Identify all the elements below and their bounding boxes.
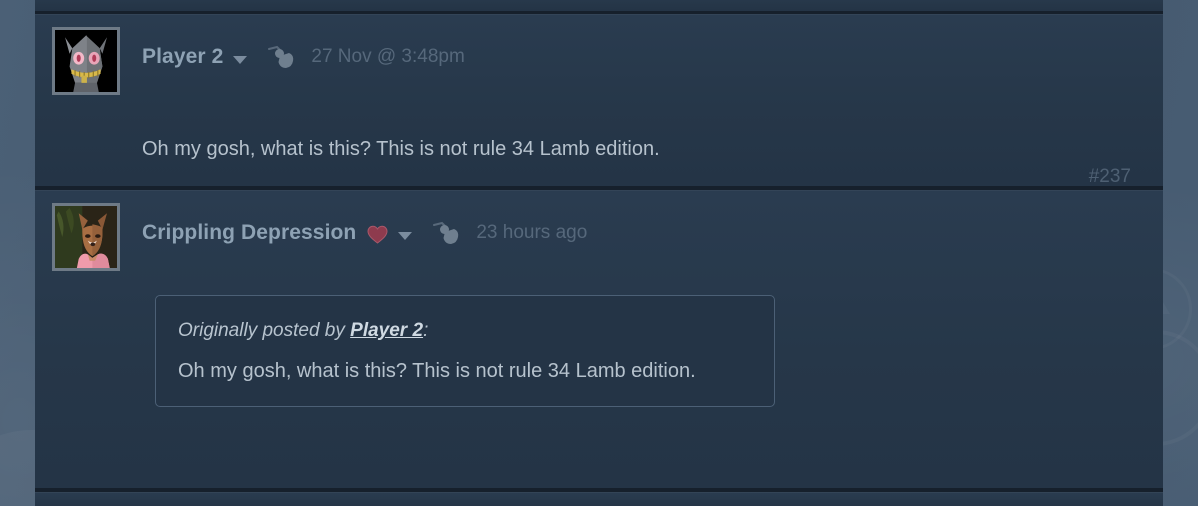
steam-award-icon[interactable] — [432, 221, 462, 247]
quote-text: Oh my gosh, what is this? This is not ru… — [178, 360, 696, 382]
forum-thread-page: Player 2 27 Nov @ 3:48pm Oh my gosh, wha… — [0, 0, 1198, 506]
steam-award-icon[interactable] — [267, 45, 297, 71]
quote-attribution-suffix: : — [423, 320, 429, 341]
chevron-down-icon[interactable] — [398, 232, 413, 240]
avatar[interactable] — [52, 203, 120, 271]
quote-author-link[interactable]: Player 2 — [350, 320, 423, 341]
post-timestamp: 23 hours ago — [476, 222, 588, 243]
forum-post[interactable]: Crippling Depression 23 hours ago Origin… — [35, 190, 1163, 488]
fox-character-avatar — [55, 206, 117, 268]
post-timestamp: 27 Nov @ 3:48pm — [311, 46, 465, 67]
heart-icon[interactable] — [367, 224, 388, 245]
quote-attribution-prefix: Originally posted by — [178, 320, 351, 341]
post-body-text: Oh my gosh, what is this? This is not ru… — [142, 138, 660, 160]
post-number[interactable]: #237 — [1089, 166, 1131, 188]
chevron-down-icon[interactable] — [233, 56, 248, 64]
quote-block: Originally posted by Player 2: Oh my gos… — [155, 295, 775, 407]
post-header: Player 2 27 Nov @ 3:48pm — [142, 44, 465, 70]
post-header: Crippling Depression 23 hours ago — [142, 220, 587, 246]
next-post-clipped — [35, 492, 1163, 506]
forum-post[interactable]: Player 2 27 Nov @ 3:48pm Oh my gosh, wha… — [35, 14, 1163, 188]
banette-pokemon-avatar — [55, 30, 117, 92]
quote-attribution: Originally posted by Player 2: — [178, 320, 748, 342]
avatar[interactable] — [52, 27, 120, 95]
previous-post-clipped — [35, 0, 1163, 11]
post-author-name[interactable]: Player 2 — [142, 45, 223, 69]
post-author-name[interactable]: Crippling Depression — [142, 221, 356, 245]
